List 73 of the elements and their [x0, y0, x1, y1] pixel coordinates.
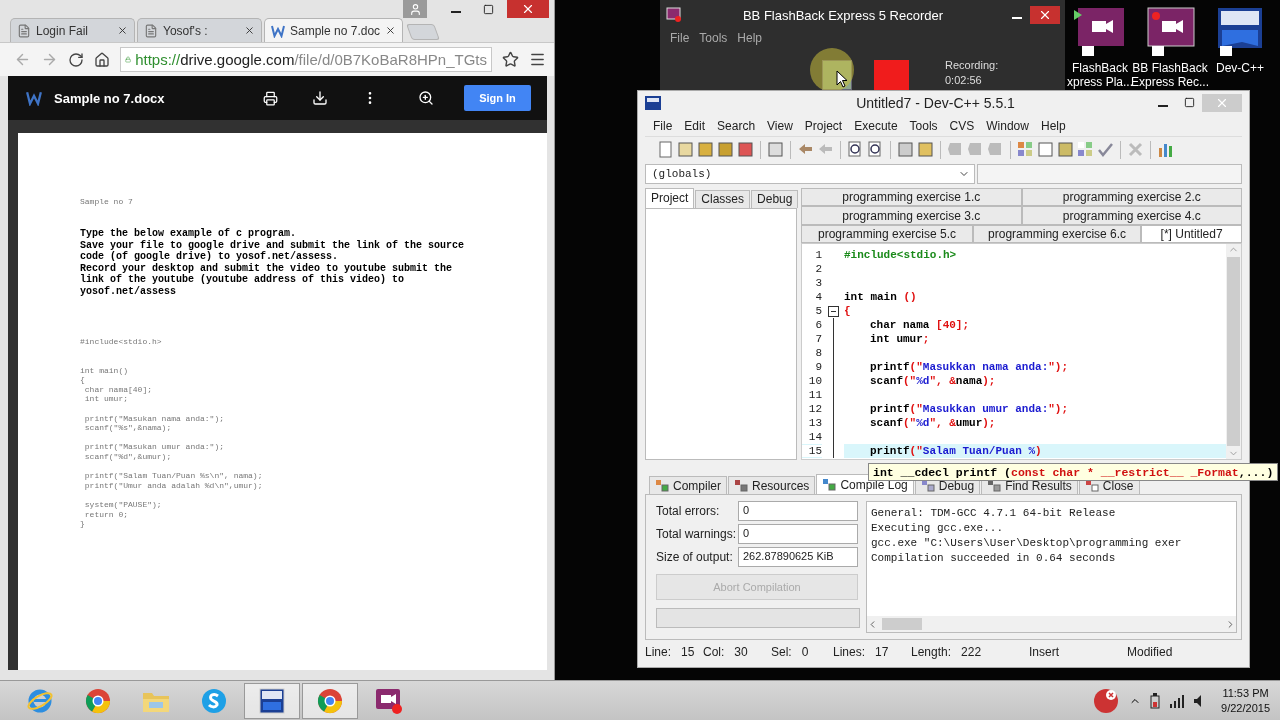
code-text: #include<stdio.h> — [844, 249, 957, 262]
status-text: Length: 222 — [911, 645, 983, 660]
sign-in-button[interactable]: Sign In — [464, 85, 531, 111]
signature-tooltip: int __cdecl printf (const char * __restrict__ _Format,...) — [868, 463, 1279, 481]
stat-label: Total errors: — [656, 504, 721, 519]
code-text: printf("Salam Tuan/Puan %) — [869, 445, 1042, 458]
menu-item[interactable]: Tools — [699, 31, 728, 45]
code-snippet: system("PAUSE"); return 0; } — [80, 499, 163, 529]
line-number: 15 — [802, 445, 822, 458]
code-text: int umur; — [869, 333, 930, 346]
menu-item[interactable]: Project — [798, 118, 849, 133]
document-title: Sample no 7.docx — [54, 90, 166, 106]
code-text: printf("Masukkan nama anda:"); — [869, 361, 1069, 374]
code-snippet: printf("Salam Tuan/Puan %s\n", nama); printf("Umur anda adalah %d\n",umur); — [83, 471, 264, 491]
instruction-text: Type the below example of c program. Save your file to google drive and submit the link of the source code (of google drive) to yosof.net/assess. Record your desktop and submit the video to youtube submit the link of the youtube (youtube address of this video) to yosof.net/assess — [80, 228, 466, 297]
status-text: Modified — [1127, 645, 1174, 660]
menu-item[interactable]: File — [645, 118, 679, 133]
code-text: printf("Masukkan umur anda:"); — [869, 403, 1069, 416]
browser-tab[interactable]: Yosof's : — [137, 18, 262, 42]
tab-label: Login Fail — [36, 23, 90, 38]
file-tab[interactable]: programming exercise 2.c — [1021, 187, 1242, 207]
address-field[interactable]: https://drive.google.com/file/d/0B7KoBaR8HPn_TGts — [120, 47, 492, 72]
menu-item[interactable]: Tools — [903, 118, 944, 133]
code-snippet: printf("Masukan nama anda:"); scanf("%s",&nama); — [83, 413, 226, 433]
status-text: Insert — [1029, 645, 1060, 660]
status-text: Line: 15 — [645, 645, 696, 660]
document-heading: Sample no 7 — [80, 197, 134, 206]
scope-dropdown[interactable]: (globals) — [645, 163, 975, 184]
log-text: General: TDM-GCC 4.7.1 64-bit Release Executing gcc.exe... gcc.exe "C:\Users\User\Desktop\programming exer Compilation succeeded in 0.64 seconds — [870, 506, 1183, 567]
tab-label: Sample no 7.doc — [290, 23, 381, 38]
code-text: scanf("%d", &umur); — [869, 417, 996, 430]
browser-tab[interactable]: Login Fail — [10, 18, 135, 42]
stat-label: Size of output: — [656, 550, 734, 565]
file-tab[interactable]: programming exercise 3.c — [801, 206, 1022, 225]
menu-item[interactable]: Help — [1034, 118, 1072, 133]
menu-item[interactable]: Window — [980, 118, 1035, 133]
status-text: Col: 30 — [703, 645, 749, 660]
clock[interactable]: 11:53 PM 9/22/2015 — [1221, 685, 1270, 716]
recording-status: Recording: 0:02:56 — [945, 58, 999, 88]
panel-tab[interactable]: Resources — [728, 476, 816, 495]
desktop-icon-label[interactable]: BB FlashBack Express Rec... — [1131, 61, 1209, 89]
code-snippet: printf("Masukan umur anda:"); scanf("%d",&umur); — [83, 442, 226, 462]
menu-item[interactable]: Edit — [678, 118, 712, 133]
code-text: int main () — [844, 291, 917, 304]
panel-tab[interactable]: Project — [645, 187, 695, 208]
menu-item[interactable]: Execute — [848, 118, 904, 133]
status-text: Lines: 17 — [833, 645, 890, 660]
panel-tab[interactable]: Debug — [751, 189, 799, 208]
file-tab[interactable]: programming exercise 4.c — [1021, 206, 1242, 225]
menu-item[interactable]: View — [761, 118, 799, 133]
menu-item[interactable]: Search — [711, 118, 762, 133]
menu-item[interactable]: File — [670, 31, 690, 45]
code-text: { — [844, 305, 851, 318]
window-title: BB FlashBack Express 5 Recorder — [741, 7, 945, 23]
stat-field: 0 — [738, 501, 858, 522]
stat-field: 0 — [738, 524, 858, 545]
code-snippet: int main() { char nama[40]; int umur; — [80, 365, 153, 404]
menu-item[interactable]: Help — [737, 31, 763, 45]
panel-tab[interactable]: Classes — [695, 189, 751, 208]
code-text: char nama [40]; — [869, 319, 970, 332]
browser-tab[interactable]: Sample no 7.doc — [264, 18, 404, 42]
tab-label: Yosof's : — [163, 23, 209, 38]
window-title: Untitled7 - Dev-C++ 5.5.1 — [855, 94, 1016, 111]
menu-item[interactable]: CVS — [943, 118, 981, 133]
code-text: scanf("%d", &nama); — [869, 375, 996, 388]
stat-label: Total warnings: — [656, 527, 738, 542]
status-text: Sel: 0 — [771, 645, 810, 660]
file-tab[interactable]: programming exercise 1.c — [801, 187, 1022, 207]
code-snippet: #include<stdio.h> — [80, 337, 163, 347]
panel-tab[interactable]: Compiler — [649, 476, 727, 495]
desktop-icon-label[interactable]: Dev-C++ — [1216, 61, 1264, 75]
stat-field: 262.87890625 KiB — [738, 547, 858, 568]
desktop-icon-label[interactable]: FlashBack xpress Pla... — [1067, 61, 1133, 89]
